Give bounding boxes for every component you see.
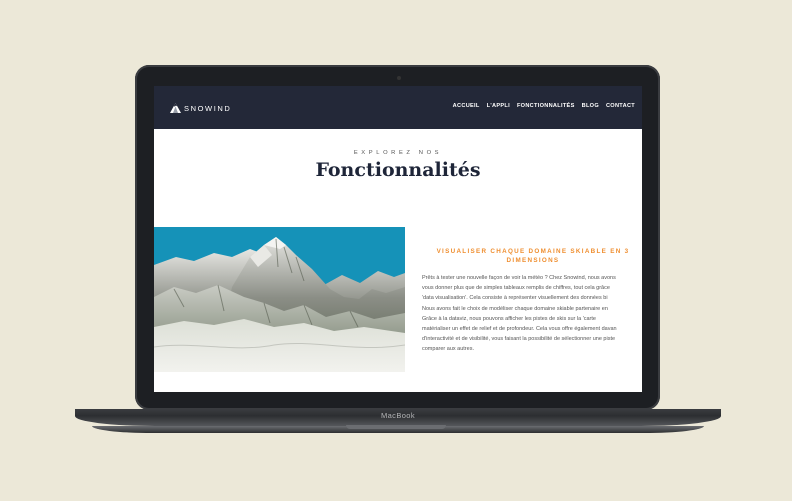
navbar: SNOWIND ACCUEIL L'APPLI FONCTIONNALITÉS … — [154, 86, 642, 129]
nav-link-accueil[interactable]: ACCUEIL — [453, 103, 480, 109]
paragraph-line: d'interactivité et de visibilité, vous f… — [422, 336, 616, 343]
feature-paragraph: Prêts à tester une nouvelle façon de voi… — [422, 273, 642, 355]
paragraph-line: Nous avons fait le choix de modéliser ch… — [422, 305, 608, 312]
logo-text: SNOWIND — [184, 103, 232, 113]
nav-link-contact[interactable]: CONTACT — [606, 103, 635, 109]
paragraph-line: 'data visualisation'. Cela consiste à re… — [422, 295, 608, 302]
laptop-notch — [346, 425, 446, 429]
mountain-image — [154, 227, 405, 372]
paragraph-line: vous donner plus que de simples tableaux… — [422, 285, 610, 292]
nav-link-blog[interactable]: BLOG — [582, 103, 599, 109]
nav-link-fonctionnalites[interactable]: FONCTIONNALITÉS — [517, 103, 575, 109]
feature-heading: VISUALISER CHAQUE DOMAINE SKIABLE EN 3 D… — [436, 248, 630, 264]
device-brand-label: MacBook — [380, 411, 416, 420]
nav-links: ACCUEIL L'APPLI FONCTIONNALITÉS BLOG CON… — [453, 103, 635, 109]
logo[interactable]: SNOWIND — [170, 101, 231, 115]
screen: SNOWIND ACCUEIL L'APPLI FONCTIONNALITÉS … — [154, 86, 642, 392]
section-kicker: EXPLOREZ NOS — [353, 150, 443, 156]
paragraph-line: comparer aux autres. — [422, 346, 474, 353]
paragraph-line: Grâce à la dataviz, nous pouvons affiche… — [422, 315, 596, 322]
mountain-logo-icon — [170, 103, 181, 113]
page-title: Fonctionnalités — [315, 159, 481, 181]
paragraph-line: Prêts à tester une nouvelle façon de voi… — [422, 275, 616, 281]
paragraph-line: matérialiser un effet de relief et de pr… — [422, 326, 617, 333]
nav-link-appli[interactable]: L'APPLI — [487, 103, 510, 109]
camera-icon — [397, 76, 401, 80]
